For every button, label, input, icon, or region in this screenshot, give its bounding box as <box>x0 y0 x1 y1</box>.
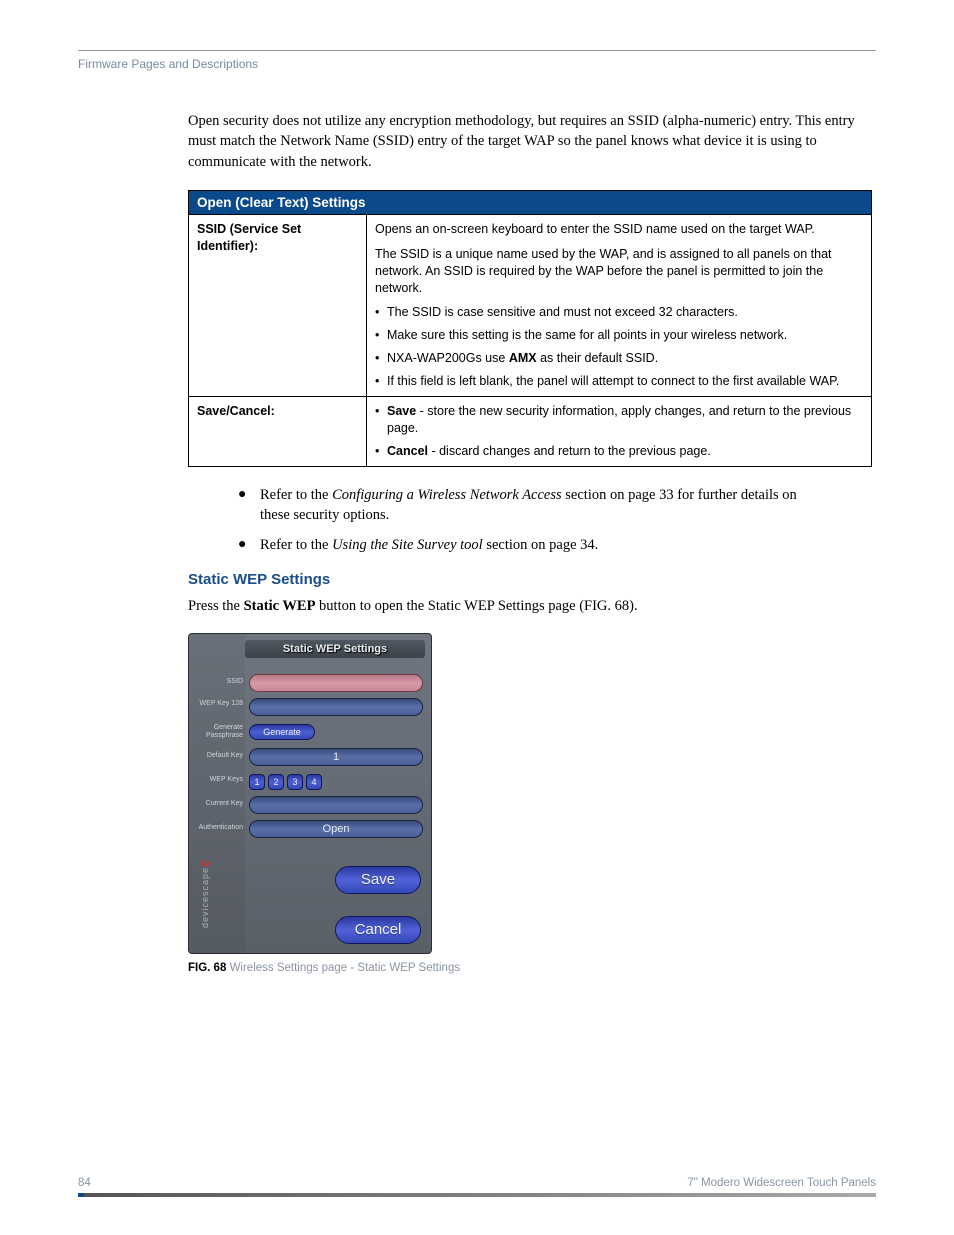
bullet-dot: • <box>375 443 387 460</box>
doc-title-footer: 7" Modero Widescreen Touch Panels <box>687 1177 876 1189</box>
label-authentication: Authentication <box>189 824 243 832</box>
brand-devicescape: devicescapee <box>197 843 209 943</box>
bullet-dot: ● <box>238 485 260 526</box>
press-static-wep-para: Press the Static WEP button to open the … <box>188 598 876 615</box>
ssid-bullet-2: Make sure this setting is the same for a… <box>387 327 863 344</box>
label-default-key: Default Key <box>189 752 243 760</box>
ref-bullet-1: Refer to the Configuring a Wireless Netw… <box>260 485 826 526</box>
row-head-savecancel: Save/Cancel: <box>189 396 367 466</box>
figure-number: FIG. 68 <box>188 962 226 974</box>
wep-key-2-button[interactable]: 2 <box>268 774 284 790</box>
row-body-ssid: Opens an on-screen keyboard to enter the… <box>367 214 872 396</box>
generate-button[interactable]: Generate <box>249 724 315 740</box>
label-wep-keys: WEP Keys <box>189 776 243 784</box>
bullet-dot: • <box>375 373 387 390</box>
figure-text: Wireless Settings page - Static WEP Sett… <box>230 962 461 974</box>
row-body-savecancel: •Save - store the new security informati… <box>367 396 872 466</box>
table-row: SSID (Service Set Identifier): Opens an … <box>189 214 872 396</box>
current-key-field[interactable] <box>249 796 423 814</box>
label-current-key: Current Key <box>189 800 243 808</box>
footer-rule <box>78 1193 876 1197</box>
default-key-field[interactable]: 1 <box>249 748 423 766</box>
bullet-dot: ● <box>238 535 260 555</box>
ssid-input[interactable] <box>249 674 423 692</box>
ssid-bullet-3: NXA-WAP200Gs use AMX as their default SS… <box>387 350 863 367</box>
static-wep-panel: SSID WEP Key 128 Generate Passphrase Def… <box>188 633 432 954</box>
cancel-bullet: Cancel - discard changes and return to t… <box>387 443 863 460</box>
bullet-dot: • <box>375 350 387 367</box>
intro-paragraph: Open security does not utilize any encry… <box>188 111 876 172</box>
reference-bullets: ● Refer to the Configuring a Wireless Ne… <box>238 485 826 556</box>
wep-key-1-button[interactable]: 1 <box>249 774 265 790</box>
label-generate: Generate Passphrase <box>189 724 243 739</box>
save-button[interactable]: Save <box>335 866 421 894</box>
ref-bullet-2: Refer to the Using the Site Survey tool … <box>260 535 826 555</box>
ssid-para2: The SSID is a unique name used by the WA… <box>375 246 863 297</box>
authentication-field[interactable]: Open <box>249 820 423 838</box>
bullet-dot: • <box>375 304 387 321</box>
figure-caption: FIG. 68 Wireless Settings page - Static … <box>188 962 876 974</box>
row-head-ssid: SSID (Service Set Identifier): <box>189 214 367 396</box>
wep-key-3-button[interactable]: 3 <box>287 774 303 790</box>
table-row: Save/Cancel: •Save - store the new secur… <box>189 396 872 466</box>
open-settings-table: Open (Clear Text) Settings SSID (Service… <box>188 190 872 467</box>
ssid-para1: Opens an on-screen keyboard to enter the… <box>375 221 863 238</box>
section-heading-static-wep: Static WEP Settings <box>188 571 876 588</box>
label-wep: WEP Key 128 <box>189 700 243 708</box>
page-number: 84 <box>78 1177 91 1189</box>
ssid-bullet-4: If this field is left blank, the panel w… <box>387 373 863 390</box>
panel-title: Static WEP Settings <box>245 640 425 658</box>
page-header-section: Firmware Pages and Descriptions <box>78 57 876 71</box>
label-ssid: SSID <box>189 678 243 686</box>
bullet-dot: • <box>375 403 387 437</box>
wep-key-4-button[interactable]: 4 <box>306 774 322 790</box>
table-title: Open (Clear Text) Settings <box>189 190 872 214</box>
wep-key-selector: 1 2 3 4 <box>249 774 322 790</box>
wep-key-input[interactable] <box>249 698 423 716</box>
cancel-button[interactable]: Cancel <box>335 916 421 944</box>
panel-label-column: SSID WEP Key 128 Generate Passphrase Def… <box>189 634 245 953</box>
ssid-bullet-1: The SSID is case sensitive and must not … <box>387 304 863 321</box>
bullet-dot: • <box>375 327 387 344</box>
save-bullet: Save - store the new security informatio… <box>387 403 863 437</box>
